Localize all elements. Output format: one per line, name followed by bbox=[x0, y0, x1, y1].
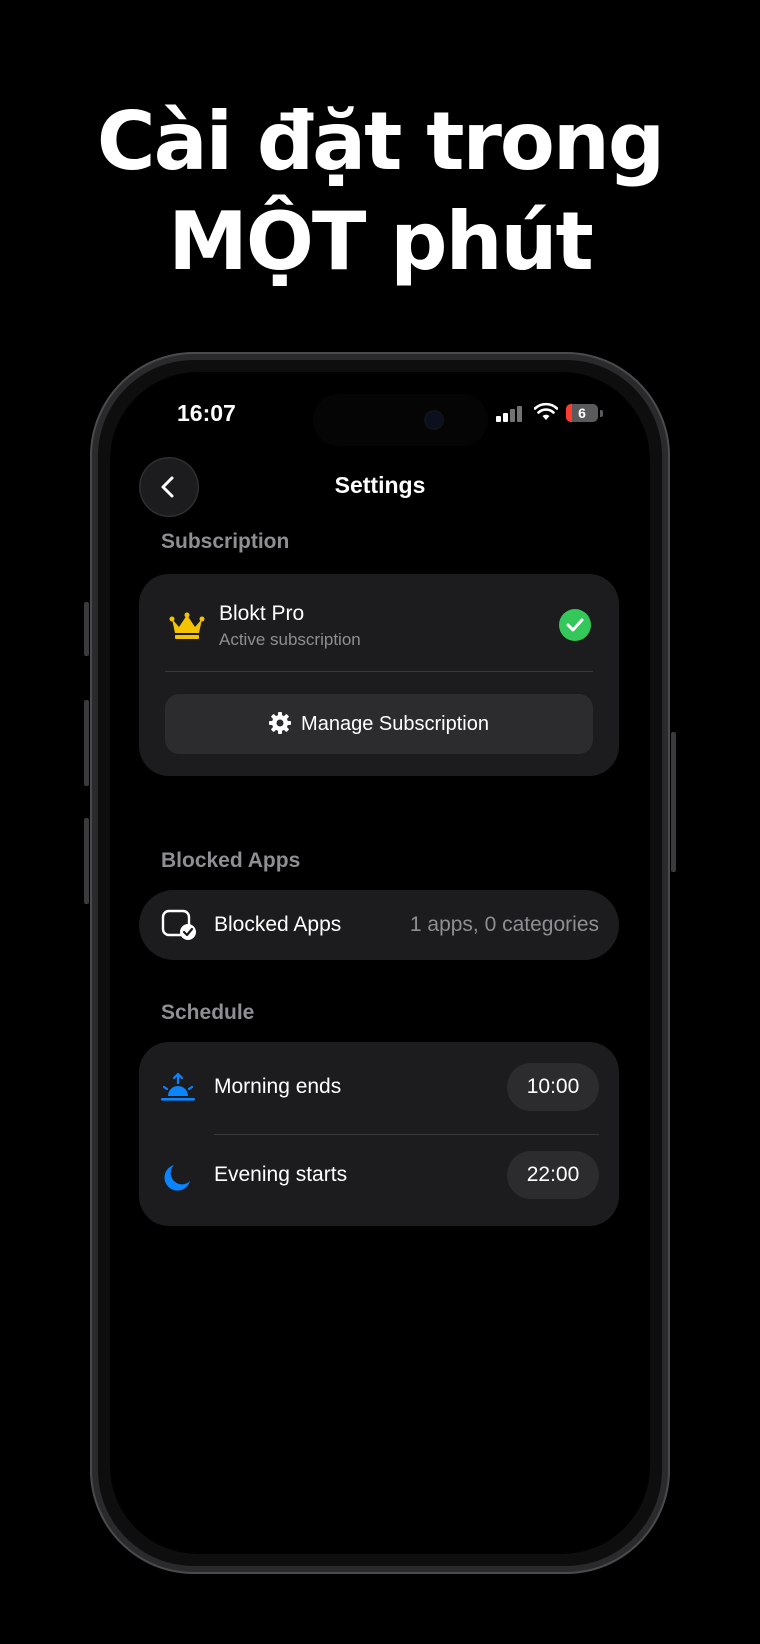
plan-name: Blokt Pro bbox=[219, 602, 305, 625]
headline-line-2: MỘT phút bbox=[168, 195, 593, 288]
phone-frame: 16:07 6 Settings Subscription Blokt Pro … bbox=[90, 352, 670, 1574]
moon-icon bbox=[164, 1165, 190, 1191]
checkmark-icon bbox=[559, 609, 591, 641]
plan-status: Active subscription bbox=[219, 630, 361, 649]
schedule-card: Morning ends 10:00 Evening starts 22:00 bbox=[139, 1042, 619, 1226]
subscription-section-label: Subscription bbox=[161, 530, 290, 553]
manage-subscription-button[interactable]: Manage Subscription bbox=[165, 694, 593, 754]
blocked-apps-section-label: Blocked Apps bbox=[161, 849, 301, 872]
schedule-section-label: Schedule bbox=[161, 1001, 255, 1024]
signal-icon bbox=[496, 406, 524, 422]
camera-icon bbox=[426, 412, 442, 428]
crown-icon bbox=[169, 612, 205, 639]
wifi-icon bbox=[534, 402, 558, 420]
divider bbox=[165, 671, 593, 672]
promo-headline: Cài đặt trong MỘT phút bbox=[0, 92, 760, 292]
sunrise-icon bbox=[161, 1072, 195, 1101]
status-time: 16:07 bbox=[177, 400, 236, 426]
battery-level: 6 bbox=[578, 405, 586, 421]
blocked-apps-value: 1 apps, 0 categories bbox=[409, 913, 599, 936]
morning-ends-label: Morning ends bbox=[214, 1075, 342, 1098]
manage-subscription-label: Manage Subscription bbox=[301, 713, 489, 735]
dynamic-island bbox=[313, 394, 488, 446]
app-screen: 16:07 6 Settings Subscription Blokt Pro … bbox=[110, 372, 650, 1554]
volume-down-button bbox=[84, 818, 89, 904]
page-title: Settings bbox=[334, 472, 426, 498]
morning-time-pill[interactable]: 10:00 bbox=[507, 1063, 599, 1111]
gear-icon bbox=[269, 712, 292, 734]
divider bbox=[214, 1134, 599, 1135]
power-button bbox=[671, 732, 676, 872]
volume-up-button bbox=[84, 700, 89, 786]
headline-line-1: Cài đặt trong bbox=[96, 95, 665, 188]
battery-icon: 6 bbox=[566, 404, 598, 422]
action-button bbox=[84, 602, 89, 656]
blocked-apps-label: Blocked Apps bbox=[214, 913, 342, 936]
evening-time-pill[interactable]: 22:00 bbox=[507, 1151, 599, 1199]
subscription-card: Blokt Pro Active subscription Manage Sub… bbox=[139, 574, 619, 776]
blocked-apps-row[interactable]: Blocked Apps 1 apps, 0 categories bbox=[139, 890, 619, 960]
evening-starts-label: Evening starts bbox=[214, 1163, 348, 1186]
app-blocked-icon bbox=[161, 909, 196, 940]
